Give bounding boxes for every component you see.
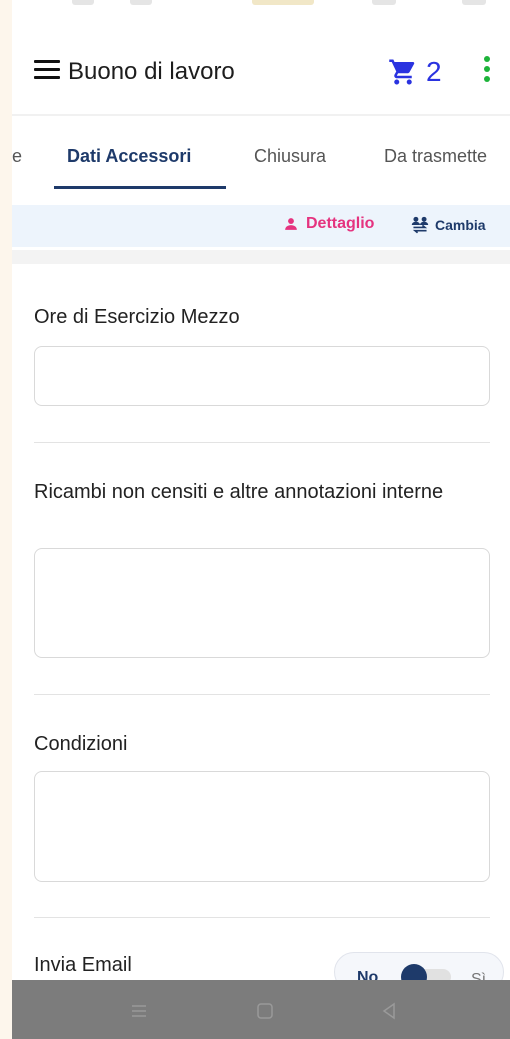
kebab-menu-icon[interactable] xyxy=(482,56,492,88)
condizioni-textarea[interactable] xyxy=(35,772,489,881)
person-icon xyxy=(285,218,297,230)
swap-users-icon xyxy=(411,216,429,234)
divider xyxy=(34,917,490,918)
tab-dati-accessori[interactable]: Dati Accessori xyxy=(67,146,191,167)
dettaglio-label: Dettaglio xyxy=(306,215,375,232)
tab-chiusura[interactable]: Chiusura xyxy=(254,146,326,167)
tab-bar: e Dati Accessori Chiusura Da trasmette xyxy=(12,116,510,198)
cambia-label: Cambia xyxy=(435,217,486,233)
condizioni-label: Condizioni xyxy=(34,733,128,755)
ore-esercizio-input[interactable] xyxy=(35,347,489,405)
divider xyxy=(34,694,490,695)
cart-count: 2 xyxy=(426,56,442,87)
home-icon[interactable] xyxy=(254,1000,276,1022)
system-navigation-bar xyxy=(12,980,510,1039)
divider xyxy=(34,442,490,443)
hamburger-icon[interactable] xyxy=(34,60,60,82)
page-title: Buono di lavoro xyxy=(68,58,235,85)
cambia-button[interactable]: Cambia xyxy=(410,216,486,234)
active-tab-indicator xyxy=(54,186,226,189)
tab-da-trasmettere[interactable]: Da trasmette xyxy=(384,146,487,167)
dettaglio-button[interactable]: Dettaglio xyxy=(284,215,374,233)
section-separator xyxy=(12,250,510,264)
back-icon[interactable] xyxy=(378,1000,400,1022)
cart-icon xyxy=(389,59,415,85)
ricambi-textarea[interactable] xyxy=(35,549,489,657)
condizioni-field[interactable] xyxy=(34,771,490,882)
tab-previous[interactable]: e xyxy=(12,146,22,167)
recent-apps-icon[interactable] xyxy=(128,1000,150,1022)
action-bar: Dettaglio Cambia xyxy=(12,205,510,247)
ore-esercizio-field[interactable] xyxy=(34,346,490,406)
ricambi-field[interactable] xyxy=(34,548,490,658)
ore-esercizio-label: Ore di Esercizio Mezzo xyxy=(34,306,240,328)
ricambi-label: Ricambi non censiti e altre annotazioni … xyxy=(34,481,444,503)
status-bar xyxy=(12,0,510,14)
app-screen: Buono di lavoro 2 e Dati Accessori Chius… xyxy=(12,0,510,1039)
app-bar: Buono di lavoro 2 xyxy=(12,40,510,104)
cart-button[interactable]: 2 xyxy=(388,56,442,88)
